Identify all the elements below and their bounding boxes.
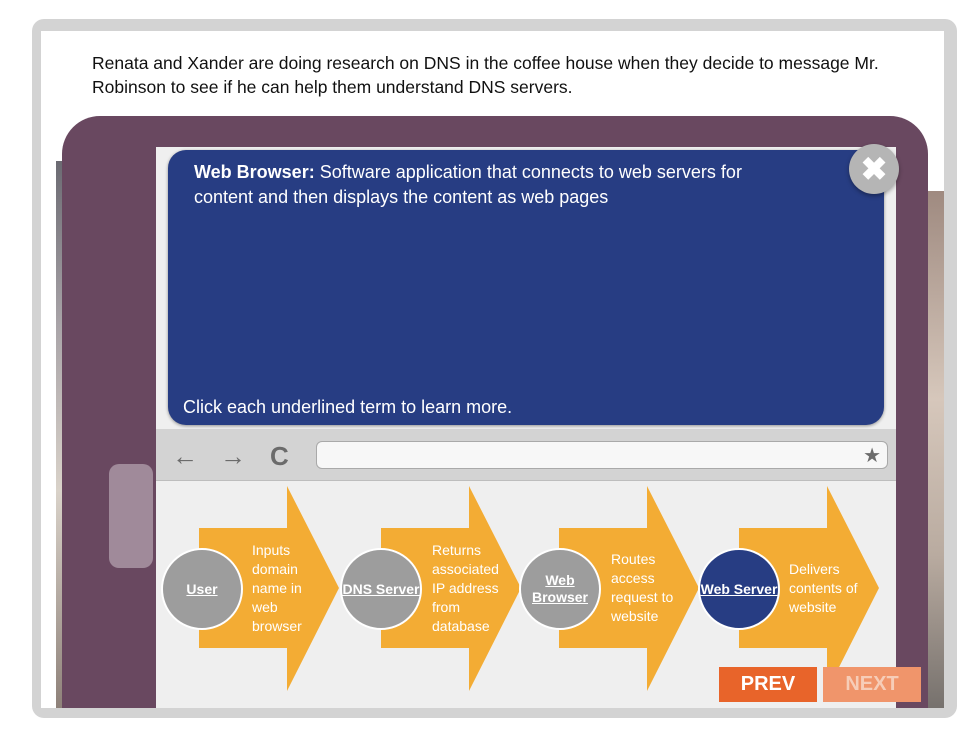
slide-container: Renata and Xander are doing research on … (41, 31, 944, 708)
back-arrow-icon[interactable]: ← (172, 441, 198, 472)
tablet-home-button (109, 464, 153, 568)
step-user-link[interactable]: User (161, 548, 243, 630)
bookmark-star-icon[interactable]: ★ (863, 443, 881, 468)
step-dns-server-link[interactable]: DNS Server (340, 548, 422, 630)
instruction-text: Click each underlined term to learn more… (183, 397, 513, 417)
step-web-server-description: Delivers contents of website (789, 561, 858, 615)
definition-term: Web Browser: (194, 162, 315, 182)
step-dns-server-description: Returns associated IP address from datab… (432, 542, 499, 634)
step-web-browser-link[interactable]: Web Browser (519, 548, 601, 630)
step-web-server-link[interactable]: Web Server (698, 548, 780, 630)
definition-text: Web Browser: Software application that c… (194, 160, 794, 210)
forward-arrow-icon[interactable]: → (220, 441, 246, 472)
step-user-description: Inputs domain name in web browser (252, 542, 302, 634)
close-icon: ✖ (860, 151, 888, 187)
reload-icon[interactable]: C (270, 441, 289, 472)
next-button[interactable]: NEXT (823, 667, 921, 702)
intro-text: Renata and Xander are doing research on … (92, 53, 879, 97)
close-button[interactable]: ✖ (849, 144, 899, 194)
prev-button[interactable]: PREV (719, 667, 817, 702)
step-web-browser-description: Routes access request to website (611, 551, 674, 624)
address-bar[interactable]: ★ (316, 441, 888, 469)
